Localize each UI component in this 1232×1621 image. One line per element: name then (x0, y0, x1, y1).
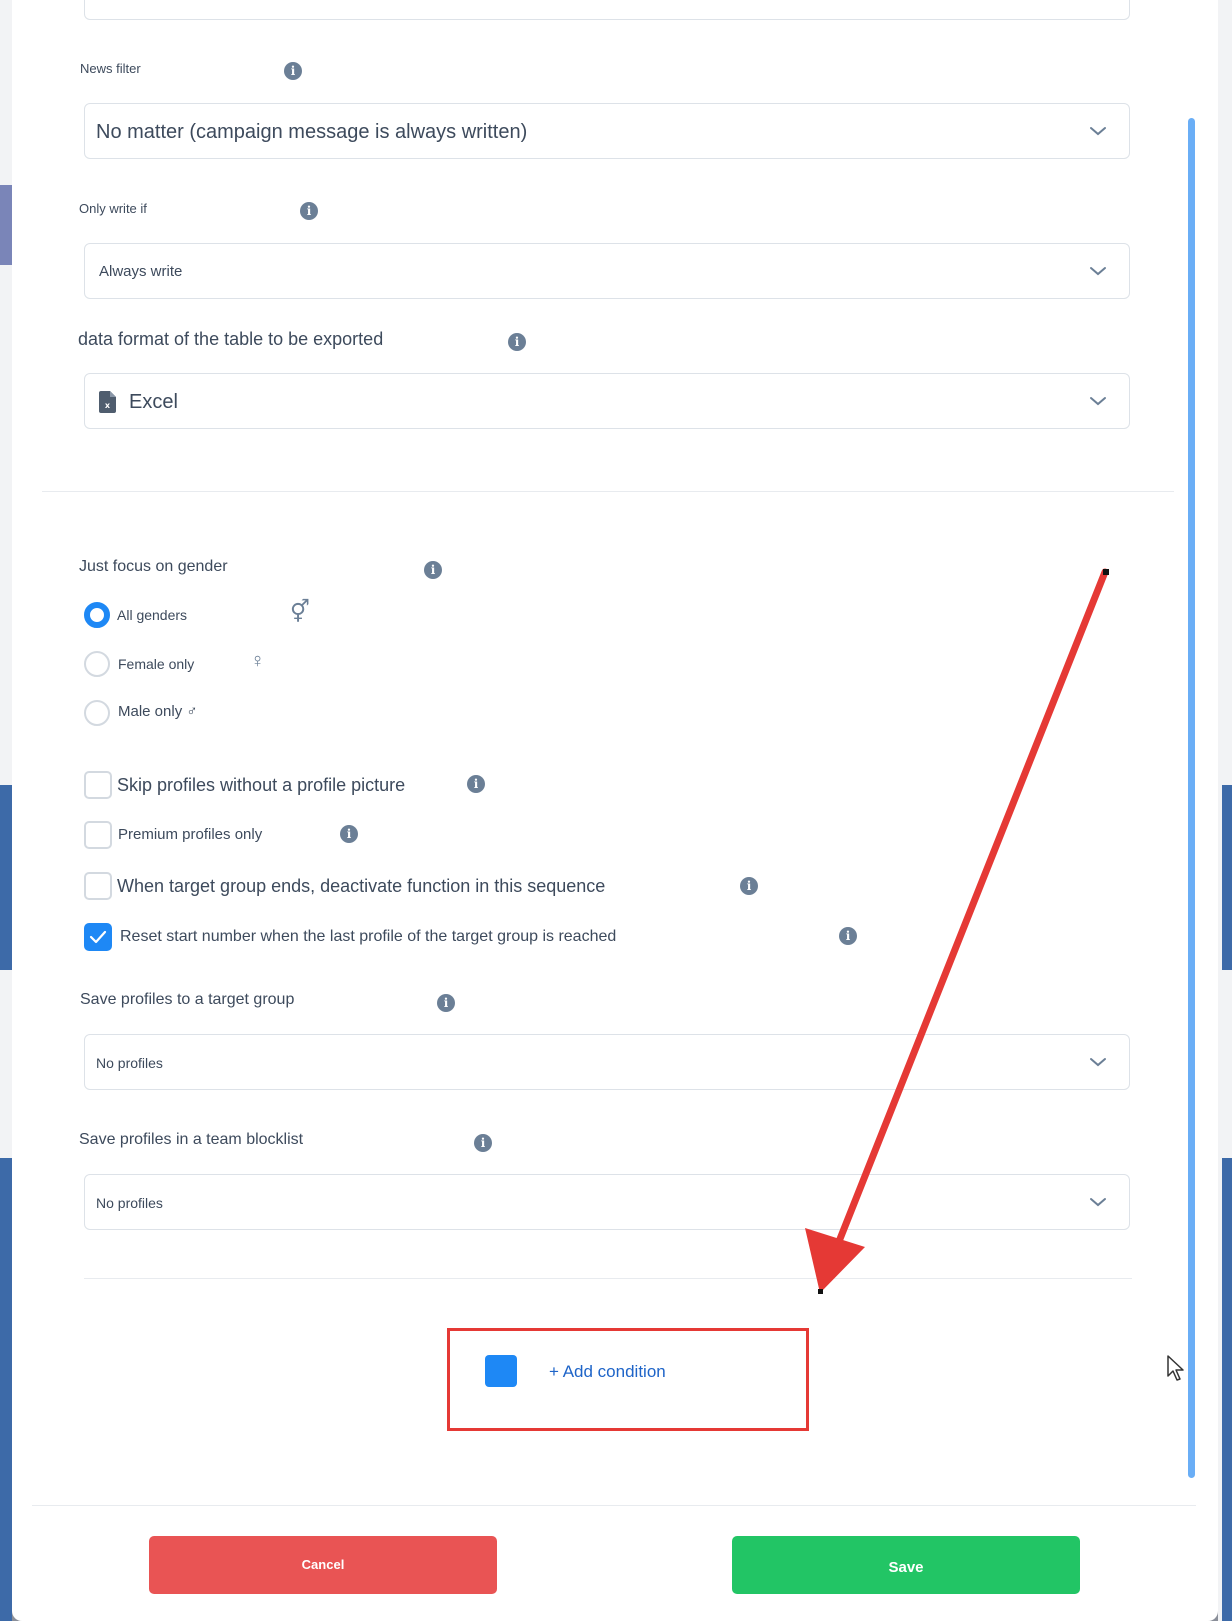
cancel-button[interactable]: Cancel (149, 1536, 497, 1594)
scrollbar-thumb[interactable] (1188, 118, 1195, 1478)
annotation-arrow (805, 568, 1109, 1294)
save-button[interactable]: Save (732, 1536, 1080, 1594)
mouse-cursor-icon (1167, 1355, 1184, 1381)
footer-divider (32, 1505, 1196, 1506)
